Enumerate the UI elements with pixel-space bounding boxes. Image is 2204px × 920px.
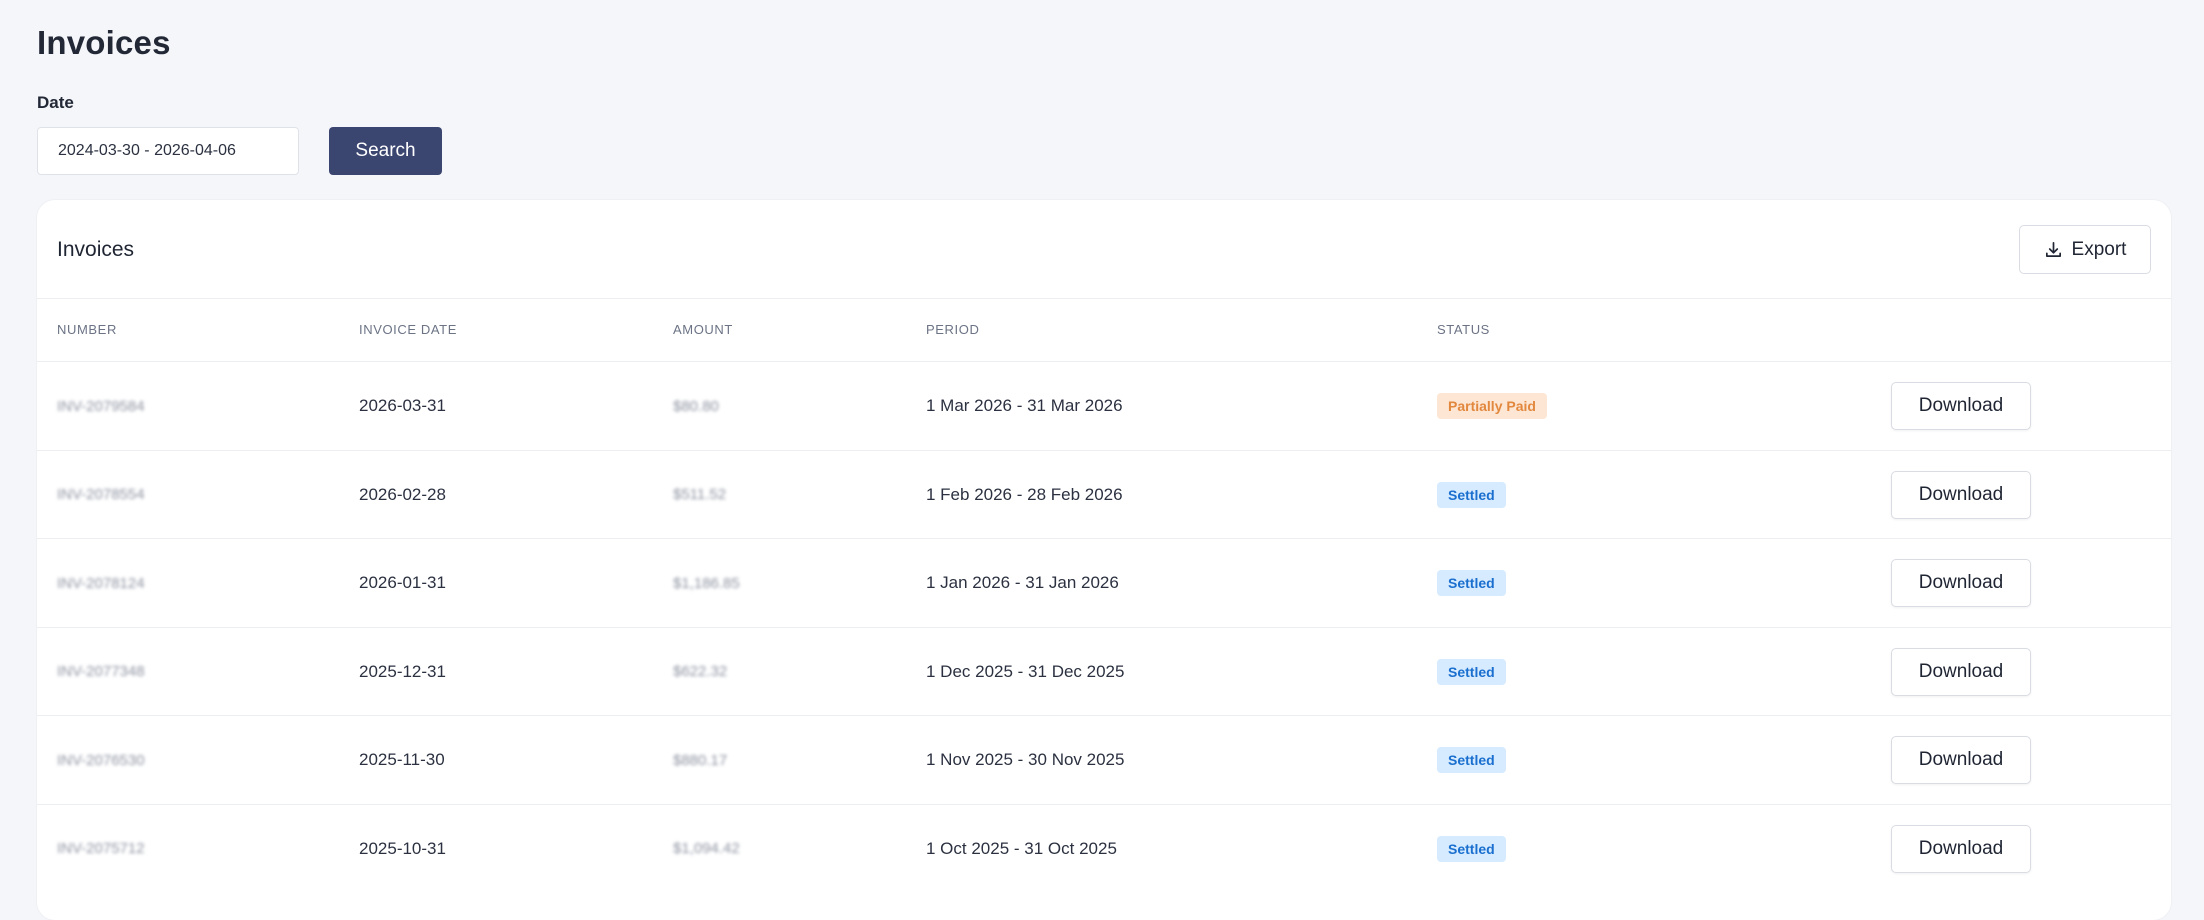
invoice-amount: $622.32: [673, 663, 728, 680]
invoice-amount: $880.17: [673, 751, 728, 769]
status-badge: Settled: [1437, 481, 1506, 508]
invoice-number: INV-2078124: [57, 574, 145, 592]
column-header-number: NUMBER: [57, 322, 117, 337]
invoice-number: INV-2076530: [57, 751, 145, 769]
page-title: Invoices: [37, 24, 171, 61]
table-row: INV-2078124 2026-01-31 $1,186.85 1 Jan 2026…: [37, 538, 2171, 626]
invoice-amount: $1,186.85: [673, 574, 740, 592]
status-badge: Settled: [1437, 570, 1506, 596]
download-button[interactable]: Download: [1891, 736, 2031, 784]
status-badge: Partially Paid: [1437, 393, 1547, 419]
column-header-period: PERIOD: [926, 322, 980, 337]
column-header-invoice-date: INVOICE DATE: [359, 322, 457, 337]
invoice-amount: $80.80: [673, 397, 719, 415]
invoice-date: 2025-11-30: [359, 750, 445, 769]
invoice-period: 1 Nov 2025 - 30 Nov 2025: [926, 750, 1125, 769]
invoice-amount: $511.52: [673, 486, 727, 503]
table-row: INV-2077348 2025-12-31 $622.32 1 Dec 2025 -…: [37, 626, 2171, 716]
date-filter-label: Date: [37, 93, 74, 112]
invoice-number: INV-2079584: [57, 397, 145, 415]
download-icon: [2044, 240, 2063, 259]
invoice-amount: $1,094.42: [673, 840, 740, 857]
table-row: INV-2075712 2025-10-31 $1,094.42 1 Oct 2025…: [37, 803, 2171, 893]
export-button[interactable]: Export: [2019, 225, 2151, 274]
status-badge: Settled: [1437, 747, 1506, 773]
export-label: Export: [2071, 238, 2127, 260]
action-cell: Download: [1891, 451, 2031, 539]
search-button[interactable]: Search: [329, 127, 442, 175]
status-badge: Settled: [1437, 658, 1506, 685]
invoice-number: INV-2075712: [57, 840, 145, 857]
invoice-period: 1 Dec 2025 - 31 Dec 2025: [926, 661, 1125, 681]
action-cell: Download: [1891, 628, 2031, 716]
invoice-number: INV-2077348: [57, 663, 145, 680]
table-row: INV-2079584 2026-03-31 $80.80 1 Mar 2026 - …: [37, 361, 2171, 449]
status-cell: Settled: [1437, 451, 1506, 539]
invoice-period: 1 Mar 2026 - 31 Mar 2026: [926, 396, 1123, 415]
table-row: INV-2076530 2025-11-30 $880.17 1 Nov 2025 -…: [37, 715, 2171, 803]
invoice-number: INV-2078554: [57, 486, 145, 503]
table-top-divider: [37, 298, 2171, 299]
status-cell: Settled: [1437, 716, 1506, 804]
invoice-period: 1 Feb 2026 - 28 Feb 2026: [926, 484, 1123, 504]
download-button[interactable]: Download: [1891, 559, 2031, 607]
status-cell: Partially Paid: [1437, 362, 1547, 450]
date-range-input[interactable]: [37, 127, 299, 175]
download-button[interactable]: Download: [1891, 647, 2031, 696]
table-row: INV-2078554 2026-02-28 $511.52 1 Feb 2026 -…: [37, 449, 2171, 539]
status-badge: Settled: [1437, 835, 1506, 862]
card-title: Invoices: [57, 238, 135, 261]
invoice-period: 1 Jan 2026 - 31 Jan 2026: [926, 573, 1119, 592]
status-cell: Settled: [1437, 805, 1506, 893]
download-button[interactable]: Download: [1891, 824, 2031, 873]
invoice-period: 1 Oct 2025 - 31 Oct 2025: [926, 838, 1117, 858]
action-cell: Download: [1891, 539, 2031, 627]
download-button[interactable]: Download: [1891, 470, 2031, 519]
invoice-date: 2026-01-31: [359, 573, 446, 592]
invoice-date: 2026-02-28: [359, 484, 446, 504]
column-header-status: STATUS: [1437, 322, 1490, 337]
action-cell: Download: [1891, 805, 2031, 893]
invoice-date: 2025-10-31: [359, 838, 446, 858]
action-cell: Download: [1891, 716, 2031, 804]
invoice-date: 2026-03-31: [359, 396, 446, 415]
action-cell: Download: [1891, 362, 2031, 450]
download-button[interactable]: Download: [1891, 382, 2031, 430]
invoice-date: 2025-12-31: [359, 661, 446, 681]
column-header-amount: AMOUNT: [673, 322, 733, 337]
invoices-card: Invoices Export NUMBER INVOICE DATE AMOU…: [37, 200, 2171, 920]
status-cell: Settled: [1437, 539, 1506, 627]
status-cell: Settled: [1437, 628, 1506, 716]
